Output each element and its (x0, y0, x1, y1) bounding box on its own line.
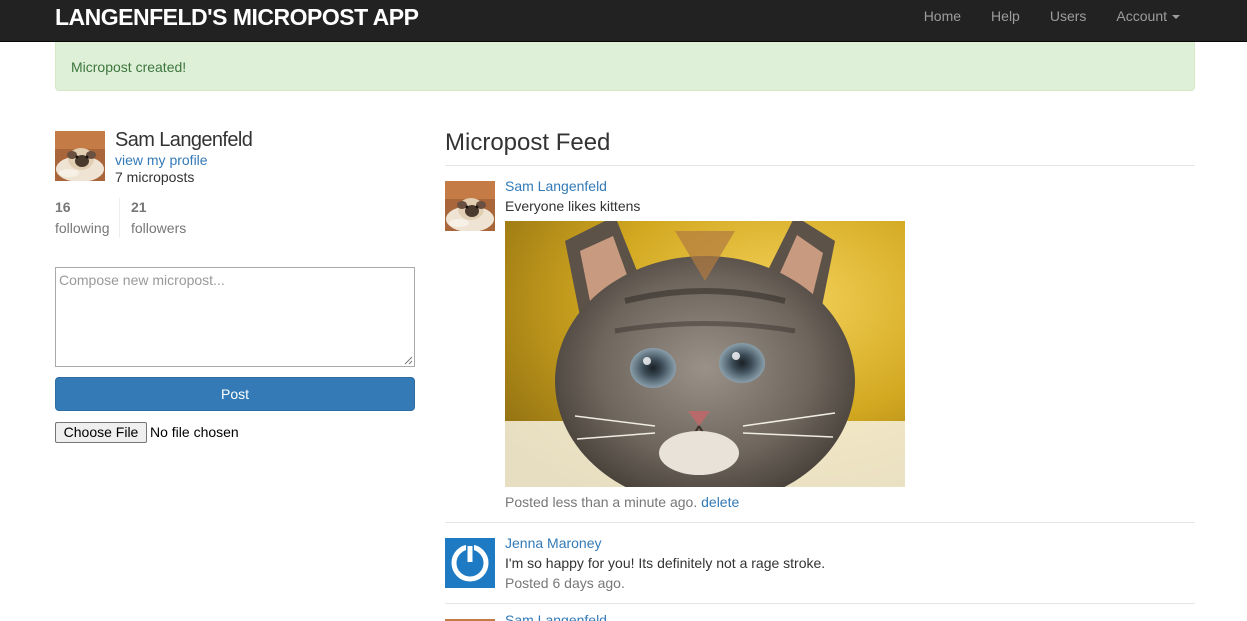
gravatar-default-icon (445, 538, 495, 588)
feed-title: Micropost Feed (445, 129, 611, 156)
feed-item-timestamp: Posted less than a minute ago. delete (505, 494, 739, 511)
feed-item-user-link[interactable]: Sam Langenfeld (505, 178, 607, 195)
caret-down-icon (1172, 15, 1180, 20)
feed-title-divider (445, 165, 1195, 166)
nav-home[interactable]: Home (909, 0, 976, 42)
choose-file-button[interactable]: Choose File (55, 422, 147, 443)
user-avatar[interactable] (55, 131, 105, 181)
view-profile-link[interactable]: view my profile (115, 152, 208, 169)
pug-avatar-image (55, 131, 105, 181)
nav-account-dropdown[interactable]: Account (1101, 0, 1195, 42)
nav-account-label: Account (1116, 8, 1167, 24)
feed-item-divider (445, 603, 1195, 604)
stat-divider (119, 198, 120, 238)
feed-item-content: Everyone likes kittens (505, 198, 641, 214)
delete-link[interactable]: delete (701, 494, 739, 510)
flash-message: Micropost created! (71, 59, 187, 75)
followers-count: 21 (131, 199, 147, 215)
nav-help[interactable]: Help (976, 0, 1035, 42)
flash-success-alert: Micropost created! (55, 42, 1195, 91)
followers-label: followers (131, 220, 187, 236)
nav-users[interactable]: Users (1035, 0, 1102, 42)
micropost-compose-input[interactable] (55, 267, 415, 367)
nav-menu: Home Help Users Account (909, 0, 1195, 42)
post-button[interactable]: Post (55, 377, 415, 411)
kitten-photo (505, 221, 905, 487)
file-status: No file chosen (150, 424, 239, 440)
following-stat[interactable]: 16 following (55, 198, 109, 239)
resize-grip-icon[interactable] (404, 356, 413, 365)
feed-item-content: I'm so happy for you! Its definitely not… (505, 555, 826, 571)
feed-item-divider (445, 522, 1195, 523)
feed-item-avatar[interactable] (445, 181, 495, 231)
feed-item-timestamp: Posted 6 days ago. (505, 575, 625, 591)
pug-avatar-image (445, 181, 495, 231)
feed-item-user-link[interactable]: Sam Langenfeld (505, 612, 607, 621)
feed-item-user-link[interactable]: Jenna Maroney (505, 535, 602, 552)
following-count: 16 (55, 199, 71, 215)
brand-logo[interactable]: LANGENFELD'S MICROPOST APP (55, 4, 419, 30)
following-label: following (55, 220, 110, 236)
feed-item-avatar[interactable] (445, 538, 495, 588)
navbar: LANGENFELD'S MICROPOST APP Home Help Use… (0, 0, 1247, 42)
kitten-post-image (505, 221, 905, 487)
followers-stat[interactable]: 21 followers (131, 198, 186, 239)
feed-item-time-text: Posted less than a minute ago. (505, 494, 698, 510)
micropost-count: 7 microposts (115, 169, 195, 185)
user-name: Sam Langenfeld (115, 129, 253, 151)
